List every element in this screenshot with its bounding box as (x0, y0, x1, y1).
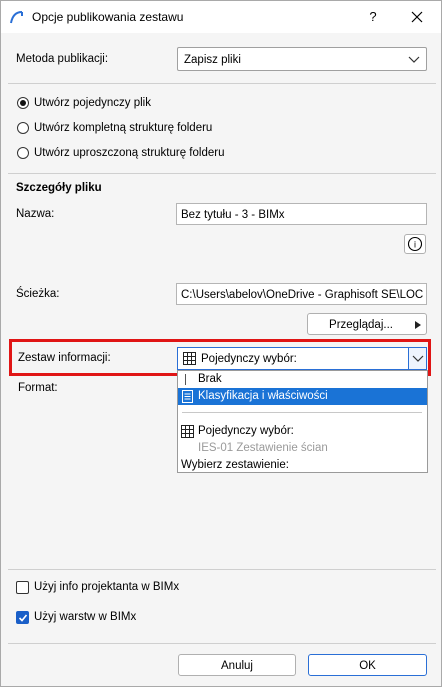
browse-button[interactable]: Przeglądaj... (307, 313, 427, 335)
info-icon: i (407, 236, 423, 252)
format-label: Format: (18, 382, 58, 394)
list-item-classification[interactable]: Klasyfikacja i właściwości (178, 388, 427, 405)
table-icon (183, 352, 196, 365)
list-item-wall-schedule: IES-01 Zestawienie ścian (178, 440, 427, 457)
archicad-logo-icon (10, 11, 23, 24)
ok-label: OK (359, 660, 376, 672)
info-set-value: Pojedynczy wybór: (201, 353, 297, 365)
radio-simple-structure[interactable] (17, 147, 29, 159)
radio-single-file[interactable] (17, 97, 29, 109)
list-item-label: Pojedynczy wybór: (198, 425, 294, 437)
radio-single-file-label: Utwórz pojedynczy plik (34, 97, 151, 109)
checkbox-designer-info-label: Użyj info projektanta w BIMx (34, 581, 180, 593)
list-item-label: Wybierz zestawienie: (181, 459, 289, 471)
name-value: Bez tytułu - 3 - BIMx (181, 209, 285, 221)
close-icon (411, 11, 423, 23)
cancel-button[interactable]: Anuluj (178, 654, 296, 676)
checkmark-icon (18, 614, 28, 622)
list-item-label: Brak (198, 373, 222, 385)
method-label: Metoda publikacji: (16, 53, 109, 65)
window-title: Opcje publikowania zestawu (32, 10, 184, 24)
name-field[interactable]: Bez tytułu - 3 - BIMx (176, 203, 427, 225)
path-label: Ścieżka: (16, 288, 60, 300)
checkbox-layers-label: Użyj warstw w BIMx (34, 611, 137, 623)
path-field[interactable]: C:\Users\abelov\OneDrive - Graphisoft SE… (176, 283, 427, 305)
radio-full-structure-label: Utwórz kompletną strukturę folderu (34, 122, 213, 134)
info-set-select[interactable]: Pojedynczy wybór: (177, 347, 427, 370)
title-bar: Opcje publikowania zestawu ? (1, 1, 441, 33)
list-item-label: Klasyfikacja i właściwości (198, 390, 328, 402)
chevron-down-icon (412, 355, 424, 362)
info-set-label: Zestaw informacji: (18, 352, 111, 364)
checkbox-layers[interactable] (16, 611, 29, 624)
radio-full-structure[interactable] (17, 122, 29, 134)
chevron-down-icon (408, 56, 420, 63)
cancel-label: Anuluj (221, 660, 253, 672)
dropdown-arrow[interactable] (408, 348, 426, 369)
list-separator (182, 412, 422, 413)
list-item-none[interactable]: Brak (178, 371, 427, 388)
info-button[interactable]: i (404, 234, 426, 254)
path-value: C:\Users\abelov\OneDrive - Graphisoft SE… (181, 289, 427, 301)
list-item-label: IES-01 Zestawienie ścian (198, 442, 328, 454)
browse-label: Przeglądaj... (329, 319, 393, 331)
list-item-choose-schedule[interactable]: Wybierz zestawienie: (178, 457, 427, 472)
checkbox-designer-info[interactable] (16, 581, 29, 594)
help-button[interactable]: ? (359, 5, 387, 29)
table-icon (181, 425, 194, 438)
divider (8, 569, 436, 570)
document-icon (182, 390, 193, 403)
list-item-single-choice[interactable]: Pojedynczy wybór: (178, 423, 427, 440)
name-label: Nazwa: (16, 208, 55, 220)
method-select[interactable]: Zapisz pliki (177, 47, 427, 71)
radio-simple-structure-label: Utwórz uproszczoną strukturę folderu (34, 147, 225, 159)
divider (8, 173, 436, 174)
publish-options-dialog: Opcje publikowania zestawu ? Metoda publ… (0, 0, 442, 687)
method-value: Zapisz pliki (184, 54, 241, 66)
info-set-options-list: Brak Klasyfikacja i właściwości Pojedync… (177, 370, 428, 473)
file-details-heading: Szczegóły pliku (16, 182, 102, 194)
close-button[interactable] (403, 5, 431, 29)
divider (8, 643, 436, 644)
separator-mark (185, 374, 186, 385)
divider (8, 83, 436, 84)
svg-text:i: i (414, 240, 416, 250)
ok-button[interactable]: OK (308, 654, 427, 676)
triangle-right-icon (415, 321, 421, 329)
